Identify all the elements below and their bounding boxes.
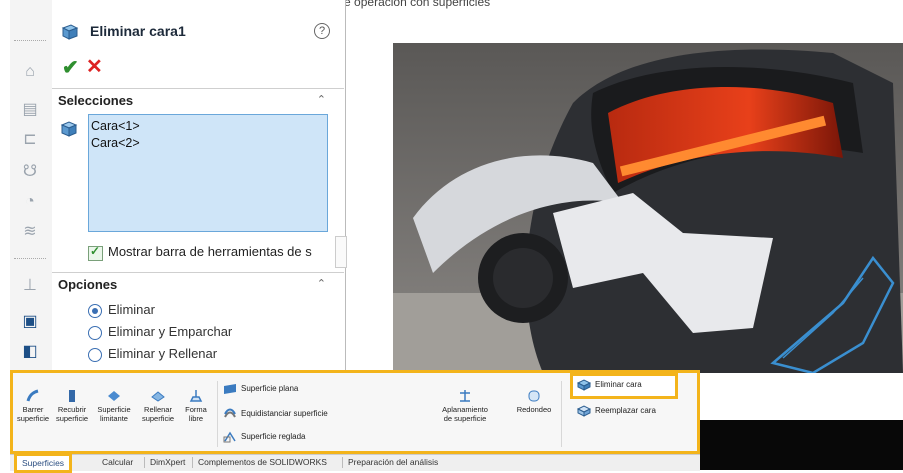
- selections-header[interactable]: Selecciones ⌃: [52, 88, 344, 113]
- button-label: Rellenar superficie: [141, 405, 175, 423]
- button-label: Recubrir superficie: [55, 405, 89, 423]
- ruled-surface-button[interactable]: Superficie reglada: [223, 431, 305, 443]
- button-label: Reemplazar cara: [595, 406, 656, 416]
- property-icon[interactable]: ▤: [20, 100, 40, 120]
- fill-surface-button[interactable]: Rellenar superficie: [137, 389, 179, 423]
- button-label: Barrer superficie: [16, 405, 50, 423]
- config-icon[interactable]: ⊏: [20, 130, 40, 150]
- dimxpert-icon[interactable]: ☋: [20, 162, 40, 182]
- helmet-photo: [393, 43, 903, 373]
- show-toolbar-checkbox[interactable]: [88, 244, 103, 261]
- tab-divider: [192, 457, 193, 468]
- loft-surface-icon: [69, 390, 75, 402]
- button-label: Aplanamiento de superficie: [442, 405, 488, 423]
- property-manager: Eliminar cara1 ? ✔ ✕ Selecciones ⌃ Cara<…: [52, 0, 347, 372]
- boundary-surface-icon: [108, 391, 120, 401]
- freeform-icon: [189, 390, 203, 402]
- strip-divider: [14, 40, 46, 41]
- button-label: Forma libre: [185, 405, 207, 423]
- display-icon[interactable]: ◔: [20, 192, 40, 212]
- chevron-up-icon[interactable]: ⌃: [317, 93, 326, 106]
- show-toolbar-label: Mostrar barra de herramientas de s: [108, 244, 312, 259]
- planar-surface-button[interactable]: Superficie plana: [223, 383, 298, 395]
- sweep-surface-icon: [26, 389, 39, 402]
- pm-title: Eliminar cara1: [90, 23, 186, 39]
- button-label: Superficie limitante: [97, 405, 131, 423]
- command-tabs: Superficies Calcular DimXpert Complement…: [10, 453, 700, 473]
- options-header[interactable]: Opciones ⌃: [52, 272, 344, 297]
- ribbon-separator: [217, 381, 218, 447]
- button-label: Equidistanciar superficie: [241, 409, 328, 419]
- feature-icon[interactable]: ⌂: [20, 62, 40, 82]
- list-item[interactable]: Cara<2>: [91, 136, 140, 150]
- tab-calcular[interactable]: Calcular: [102, 457, 133, 467]
- pm-title-bar: Eliminar cara1 ?: [60, 20, 335, 44]
- delete-face-icon: [577, 379, 591, 391]
- sweep-surface-button[interactable]: Barrer superficie: [15, 389, 51, 423]
- planar-surface-icon: [224, 384, 236, 394]
- offset-surface-button[interactable]: Equidistanciar superficie: [223, 408, 328, 420]
- fillet-icon: [528, 390, 540, 402]
- ok-button[interactable]: ✔: [62, 55, 79, 80]
- panel-resize-handle[interactable]: [335, 236, 347, 268]
- options-title: Opciones: [58, 277, 118, 292]
- ruled-surface-icon: [223, 431, 236, 443]
- radio-eliminar-emparchar[interactable]: [88, 326, 102, 340]
- tab-complementos[interactable]: Complementos de SOLIDWORKS: [198, 457, 327, 467]
- button-label: Superficie reglada: [241, 432, 306, 442]
- loft-surface-button[interactable]: Recubrir superficie: [53, 389, 91, 423]
- replace-face-icon: [577, 405, 591, 417]
- anchor-icon[interactable]: ⊥: [20, 276, 40, 296]
- radio-label: Eliminar y Rellenar: [108, 346, 218, 361]
- tab-preparacion-analisis[interactable]: Preparación del análisis: [348, 457, 438, 467]
- radio-label: Eliminar: [108, 302, 155, 317]
- solid-body-icon[interactable]: ▣: [20, 312, 40, 332]
- fill-surface-icon: [151, 391, 165, 402]
- button-label: Redondeo: [516, 405, 552, 414]
- tab-divider: [144, 457, 145, 468]
- ribbon-separator: [561, 381, 562, 447]
- tab-divider: [342, 457, 343, 468]
- radio-eliminar[interactable]: [88, 304, 102, 318]
- list-item[interactable]: Cara<1>: [91, 119, 140, 133]
- delete-face-icon: [61, 24, 79, 40]
- cam-icon[interactable]: ≋: [20, 222, 40, 242]
- radio-eliminar-rellenar[interactable]: [88, 348, 102, 362]
- help-icon[interactable]: ?: [314, 23, 330, 39]
- surface-body-icon[interactable]: ◧: [20, 342, 40, 362]
- selection-list[interactable]: Cara<1> Cara<2>: [88, 114, 328, 232]
- boundary-surface-button[interactable]: Superficie limitante: [93, 389, 135, 423]
- tab-dimxpert[interactable]: DimXpert: [150, 457, 185, 467]
- surfaces-ribbon: Barrer superficie Recubrir superficie Su…: [10, 370, 700, 454]
- chevron-up-icon[interactable]: ⌃: [317, 277, 326, 290]
- feature-manager-strip: ⌂ ▤ ⊏ ☋ ◔ ≋ ⊥ ▣ ◧: [10, 0, 53, 372]
- flatten-surface-icon: [460, 390, 470, 402]
- delete-face-button[interactable]: Eliminar cara: [577, 379, 642, 391]
- viewport-background: [700, 420, 903, 470]
- offset-surface-icon: [224, 408, 236, 418]
- replace-face-button[interactable]: Reemplazar cara: [577, 405, 656, 417]
- cancel-button[interactable]: ✕: [86, 54, 103, 79]
- freeform-button[interactable]: Forma libre: [181, 389, 211, 423]
- radio-label: Eliminar y Emparchar: [108, 324, 233, 339]
- tab-superficies[interactable]: Superficies: [14, 453, 73, 473]
- face-selection-icon: [60, 121, 78, 137]
- selections-title: Selecciones: [58, 93, 134, 108]
- button-label: Eliminar cara: [595, 380, 642, 390]
- fillet-button[interactable]: Redondeo: [513, 389, 555, 415]
- button-label: Superficie plana: [241, 384, 299, 394]
- strip-divider: [14, 258, 46, 259]
- flatten-surface-button[interactable]: Aplanamiento de superficie: [437, 389, 493, 423]
